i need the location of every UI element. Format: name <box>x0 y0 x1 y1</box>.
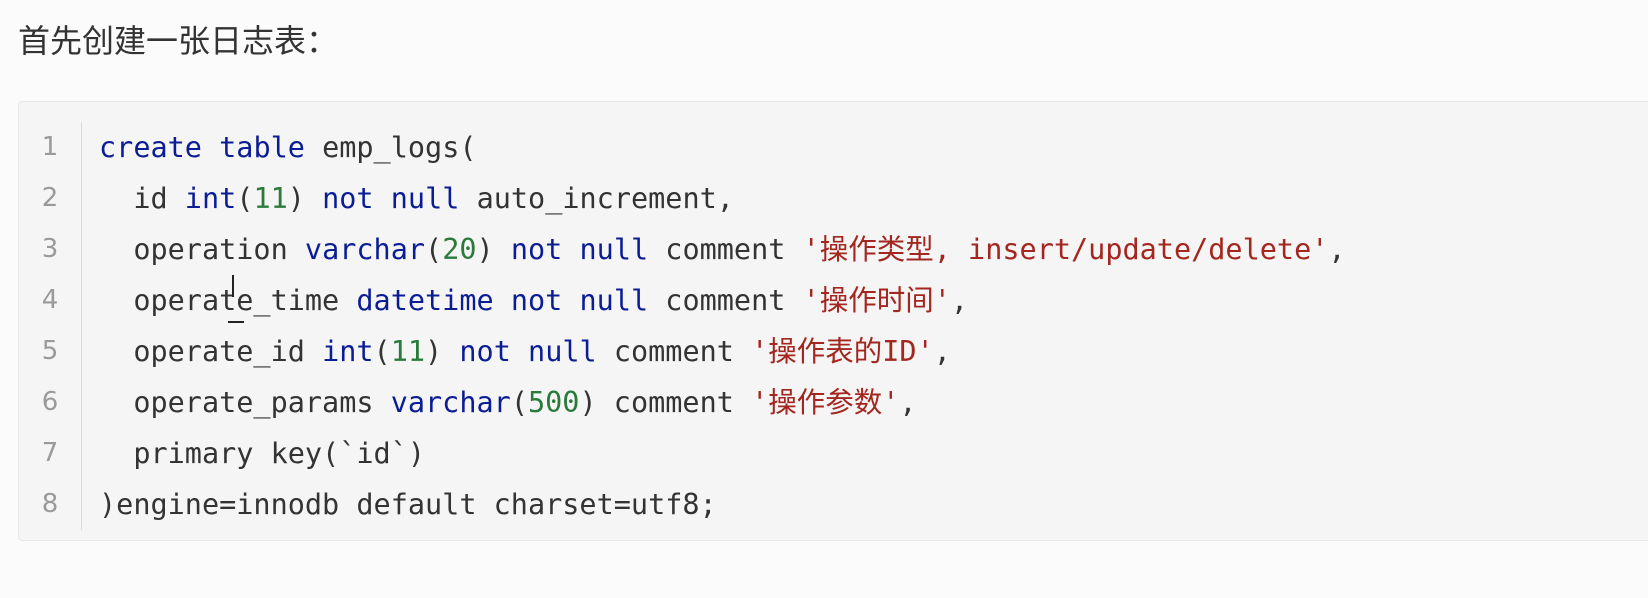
code-text[interactable]: create table emp_logs( id int(11) not nu… <box>99 122 1346 530</box>
code-string: '操作参数' <box>751 386 900 419</box>
code-keyword: table <box>219 131 305 164</box>
code-plain <box>511 335 528 368</box>
line-number: 2 <box>41 183 59 213</box>
code-plain: operation <box>99 233 305 266</box>
line-number: 6 <box>41 387 59 417</box>
code-keyword: varchar <box>390 386 511 419</box>
code-line: primary key(`id`) <box>99 428 1346 479</box>
line-number: 7 <box>41 438 59 468</box>
code-plain: , <box>899 386 917 419</box>
code-plain <box>562 284 579 317</box>
code-keyword: null <box>528 335 597 368</box>
code-number: 11 <box>253 182 288 215</box>
code-keyword: null <box>579 233 649 266</box>
code-keyword: not <box>322 182 374 215</box>
code-plain: auto_increment, <box>459 182 734 215</box>
code-plain: operate_id <box>99 335 323 368</box>
text-cursor <box>232 275 234 297</box>
code-line: operate_time datetime not null comment '… <box>99 275 1346 326</box>
code-plain <box>374 182 391 215</box>
code-plain: ( <box>373 335 391 368</box>
line-number: 5 <box>41 336 59 366</box>
code-plain: comment <box>648 233 803 266</box>
code-plain: ) <box>425 335 460 368</box>
code-plain: , <box>950 284 969 317</box>
code-keyword: int <box>184 182 237 215</box>
code-line: id int(11) not null auto_increment, <box>99 173 1346 224</box>
code-string: '操作表的ID' <box>751 335 934 368</box>
code-plain <box>202 131 219 164</box>
code-number: 11 <box>390 335 426 368</box>
line-number: 4 <box>41 285 59 315</box>
code-plain: , <box>933 335 951 368</box>
code-line: )engine=innodb default charset=utf8; <box>99 479 1346 530</box>
code-line: operate_params varchar(500) comment '操作参… <box>99 377 1346 428</box>
code-plain: ( <box>425 233 443 266</box>
code-string: '操作类型, insert/update/delete' <box>802 233 1329 266</box>
code-block[interactable]: 1 2 3 4 5 6 7 8 create table emp_logs( i… <box>18 101 1648 541</box>
line-number: 1 <box>41 132 59 162</box>
code-plain: ) <box>476 233 511 266</box>
code-plain: operate_params <box>99 386 391 419</box>
code-keyword: null <box>579 284 649 317</box>
code-keyword: varchar <box>304 233 426 266</box>
code-plain: emp_logs( <box>304 131 477 164</box>
code-line: operate_id int(11) not null comment '操作表… <box>99 326 1346 377</box>
code-plain: comment <box>648 284 803 317</box>
code-plain <box>562 233 579 266</box>
code-plain: id <box>99 182 185 215</box>
code-plain: operate_time <box>99 284 357 317</box>
code-plain: comment <box>596 335 752 368</box>
code-plain: )engine=innodb default charset=utf8; <box>99 488 717 521</box>
code-keyword: not <box>510 233 563 266</box>
code-string: '操作时间' <box>802 284 951 317</box>
text-cursor-underline <box>228 321 244 323</box>
code-plain: , <box>1328 233 1346 266</box>
code-number: 500 <box>527 386 580 419</box>
line-number: 3 <box>41 234 59 264</box>
code-keyword: null <box>390 182 460 215</box>
code-plain: ) <box>287 182 323 215</box>
code-plain: ( <box>236 182 254 215</box>
code-keyword: create <box>99 131 202 164</box>
code-keyword: not <box>510 284 563 317</box>
code-plain: ( <box>510 386 528 419</box>
code-plain <box>494 284 511 317</box>
code-keyword: int <box>322 335 374 368</box>
code-plain: ) comment <box>579 386 752 419</box>
code-line: create table emp_logs( <box>99 122 1346 173</box>
code-keyword: not <box>459 335 511 368</box>
code-keyword: datetime <box>356 284 494 317</box>
code-plain: primary key(`id`) <box>99 437 426 470</box>
line-number-gutter: 1 2 3 4 5 6 7 8 <box>19 122 82 530</box>
code-line: operation varchar(20) not null comment '… <box>99 224 1346 275</box>
heading: 首先创建一张日志表： <box>18 22 339 60</box>
line-number: 8 <box>41 489 59 519</box>
code-number: 20 <box>442 233 477 266</box>
